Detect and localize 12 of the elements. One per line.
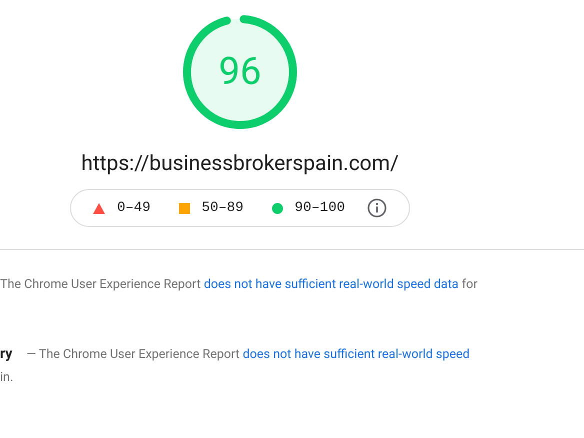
help-link[interactable]: does not have sufficient real-world speed data <box>204 277 459 292</box>
info-icon[interactable] <box>367 198 388 218</box>
description-text: The Chrome User Experience Report does not have sufficient real-world speed data for <box>0 276 478 294</box>
description-text: — The Chrome User Experience Report does not have sufficient real-world speed <box>26 346 470 364</box>
page-url: https://businessbrokerspain.com/ <box>81 154 399 175</box>
description-text: in. <box>0 369 14 387</box>
legend-label: 50–89 <box>202 198 244 218</box>
legend-label: 0–49 <box>116 198 151 218</box>
section-heading: ry <box>0 345 12 364</box>
legend-label: 90–100 <box>294 198 346 218</box>
score-value: 96 <box>218 53 262 91</box>
help-link[interactable]: does not have sufficient real-world speed <box>242 347 470 362</box>
